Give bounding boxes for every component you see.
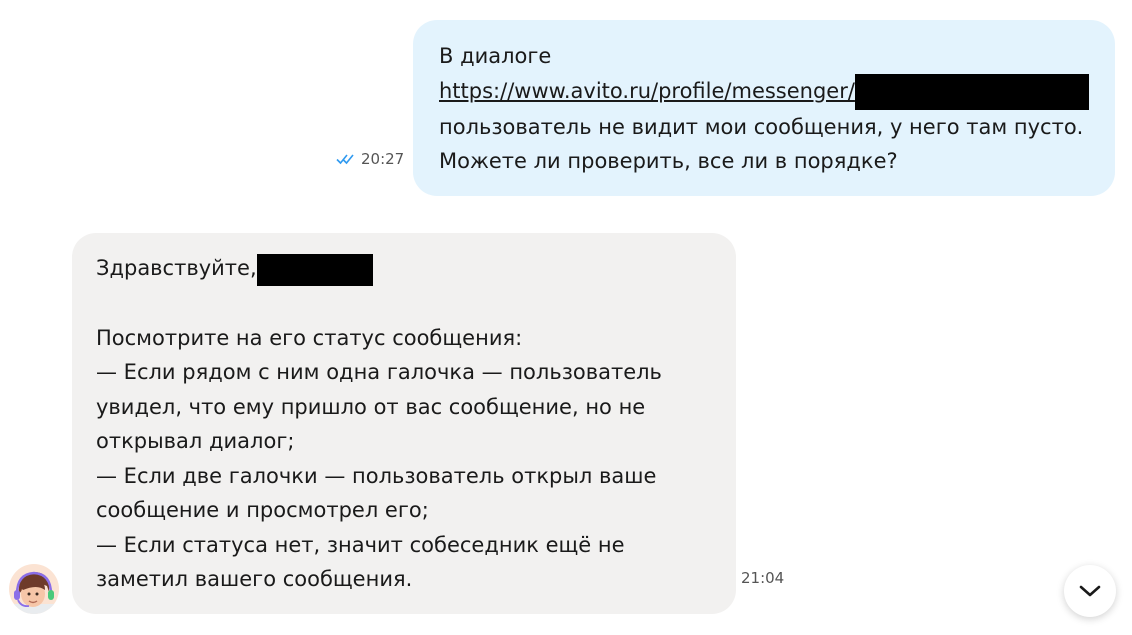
incoming-message-line: заметил вашего сообщения. — [96, 567, 413, 591]
outgoing-message-meta: 20:27 — [336, 150, 404, 168]
support-agent-avatar[interactable] — [9, 564, 59, 614]
outgoing-message-line: Можете ли проверить, все ли в порядке? — [439, 149, 898, 173]
redacted-block — [256, 254, 373, 286]
scroll-down-button[interactable] — [1064, 565, 1116, 617]
incoming-greeting-line: Здравствуйте, — [96, 251, 712, 286]
outgoing-message-link-line: https://www.avito.ru/profile/messenger/ — [439, 73, 1089, 110]
greeting-text: Здравствуйте, — [96, 256, 257, 280]
double-check-icon — [336, 154, 354, 165]
incoming-message-line: — Если две галочки — пользователь открыл… — [96, 463, 657, 488]
incoming-message-line: увидел, что ему пришло от вас сообщение,… — [96, 394, 646, 419]
incoming-message-line: Посмотрите на его статус сообщения: — [96, 325, 523, 350]
incoming-message-line: — Если рядом с ним одна галочка — пользо… — [96, 360, 662, 384]
outgoing-message-time: 20:27 — [361, 150, 405, 168]
outgoing-message-line: пользователь не видит мои сообщения, у н… — [439, 114, 1084, 139]
outgoing-message-line: В диалоге — [439, 44, 552, 68]
chevron-down-icon — [1079, 585, 1101, 597]
outgoing-message-bubble: В диалоге https://www.avito.ru/profile/m… — [413, 20, 1115, 196]
incoming-message-line: открывал диалог; — [96, 429, 295, 453]
incoming-message-bubble: Здравствуйте, Посмотрите на его статус с… — [72, 233, 736, 614]
incoming-message-line: сообщение и просмотрел его; — [96, 498, 429, 522]
incoming-message-line: — Если статуса нет, значит собеседник ещ… — [96, 532, 625, 557]
messenger-link[interactable]: https://www.avito.ru/profile/messenger/ — [439, 79, 855, 103]
incoming-message-time: 21:04 — [741, 569, 785, 587]
support-agent-avatar-icon — [9, 564, 59, 614]
redacted-block — [854, 73, 1089, 110]
